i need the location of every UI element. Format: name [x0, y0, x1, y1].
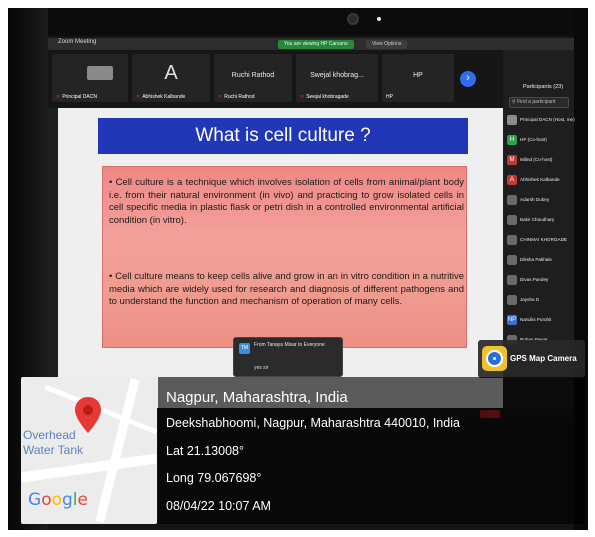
- video-thumbnail-strip: ✕ Principal DACN A ✕ Abhishek Kalbande Ruc…: [48, 50, 503, 108]
- participant-avatar: [507, 215, 517, 225]
- participants-title: Participants (23): [523, 84, 564, 90]
- participant-row[interactable]: Adarsh Dubey: [507, 194, 573, 206]
- mic-muted-icon: ✕: [136, 94, 141, 100]
- participant-name: Milind (Co-host): [520, 157, 553, 162]
- thumb-name-label: ✕ Abhishek Kalbande: [136, 94, 186, 100]
- participant-row[interactable]: NP Nandini Purohit: [507, 314, 573, 326]
- participant-avatar: [507, 195, 517, 205]
- participant-avatar: [507, 255, 517, 265]
- slide-content-box: • Cell culture is a technique which invo…: [102, 166, 467, 348]
- map-road: [95, 378, 140, 523]
- location-latitude: Lat 21.13008°: [166, 444, 244, 458]
- webcam-led: [377, 17, 381, 21]
- participant-avatar: M: [507, 155, 517, 165]
- map-pin-icon: [75, 397, 101, 433]
- chat-notification[interactable]: TM From Tanaya Misar to Everyone yes sir: [233, 337, 343, 377]
- thumb-name-label: ✕ Swejal khobragade: [300, 94, 349, 100]
- participant-avatar: H: [507, 135, 517, 145]
- chat-avatar: TM: [239, 343, 250, 354]
- video-thumb-ruchi[interactable]: Ruchi Rathod ✕ Ruchi Rathod: [214, 54, 292, 102]
- video-thumb-principal[interactable]: ✕ Principal DACN: [52, 54, 128, 102]
- next-page-arrow-icon[interactable]: ›: [460, 71, 476, 87]
- participant-row[interactable]: Diksha Pakhale: [507, 254, 573, 266]
- window-title: Zoom Meeting: [58, 39, 97, 45]
- participant-search-input[interactable]: ⚲ Find a participant: [509, 97, 569, 108]
- profile-photo: [87, 66, 113, 80]
- video-thumb-hp[interactable]: HP HP: [382, 54, 454, 102]
- participant-row[interactable]: Divas Pandey: [507, 274, 573, 286]
- participant-row[interactable]: CHINMAI KHORGADE: [507, 234, 573, 246]
- thumb-display-name: Swejal khobrag...: [310, 72, 364, 79]
- map-label-line2: Water Tank: [23, 443, 84, 457]
- gps-camera-label: GPS Map Camera: [510, 354, 577, 363]
- speaker-view-pill[interactable]: You are viewing HP Carcano: [278, 40, 354, 49]
- slide-paragraph-1: • Cell culture is a technique which invo…: [109, 177, 464, 226]
- participant-row[interactable]: A Abhishek Kalbande: [507, 174, 573, 186]
- gps-camera-badge: GPS Map Camera: [478, 340, 585, 378]
- participant-name: Nandini Purohit: [520, 317, 552, 322]
- thumb-name-label: HP: [386, 94, 393, 100]
- google-logo: Google: [28, 490, 88, 510]
- participant-name: Diksha Pakhale: [520, 257, 552, 262]
- map-road: [21, 453, 157, 483]
- participant-row[interactable]: Principal DACN (Host, me): [507, 114, 575, 126]
- participant-row[interactable]: Jaysha D: [507, 294, 573, 306]
- gps-map-camera-logo-icon: [482, 346, 507, 371]
- participant-avatar: [507, 275, 517, 285]
- map-label-line1: Overhead: [23, 428, 76, 442]
- slide-paragraph-2: • Cell culture means to keep cells alive…: [109, 271, 464, 307]
- participant-avatar: [507, 295, 517, 305]
- view-options-button[interactable]: View Options: [366, 40, 408, 49]
- chat-sender: From Tanaya Misar to Everyone: [254, 342, 325, 348]
- mic-muted-icon: ✕: [56, 94, 61, 100]
- mic-muted-icon: ✕: [218, 94, 223, 100]
- location-datetime: 08/04/22 10:07 AM: [166, 499, 271, 513]
- location-overlay: Nagpur, Maharashtra, India Deekshabhoomi…: [158, 377, 585, 524]
- participant-avatar: A: [507, 175, 517, 185]
- participant-name: Abhishek Kalbande: [520, 177, 560, 182]
- chat-message: yes sir: [254, 365, 269, 371]
- participant-name: Divas Pandey: [520, 277, 549, 282]
- google-logo-letter: o: [51, 490, 62, 510]
- participant-name: CHINMAI KHORGADE: [520, 237, 567, 242]
- thumb-initial: A: [164, 62, 178, 84]
- participant-name: Bakir Choudhary: [520, 217, 555, 222]
- thumb-name-label: ✕ Principal DACN: [56, 94, 97, 100]
- webcam-icon: [347, 13, 359, 25]
- participant-row[interactable]: Bakir Choudhary: [507, 214, 573, 226]
- participant-row[interactable]: M Milind (Co-host): [507, 154, 573, 166]
- mic-muted-icon: ✕: [300, 94, 305, 100]
- laptop-bezel-top: [8, 8, 588, 36]
- thumb-display-name: Ruchi Rathod: [231, 72, 275, 79]
- participant-row[interactable]: H HP (Co-host): [507, 134, 573, 146]
- participant-name: Adarsh Dubey: [520, 197, 550, 202]
- google-logo-letter: o: [41, 490, 52, 510]
- location-city: Nagpur, Maharashtra, India: [166, 389, 348, 406]
- google-logo-letter: g: [62, 490, 73, 510]
- thumb-display-name: HP: [413, 72, 423, 79]
- participant-avatar: [507, 115, 517, 125]
- thumb-name-label: ✕ Ruchi Rathod: [218, 94, 255, 100]
- location-longitude: Long 79.067698°: [166, 471, 262, 485]
- video-thumb-swejal[interactable]: Swejal khobrag... ✕ Swejal khobragade: [296, 54, 378, 102]
- video-thumb-abhishek[interactable]: A ✕ Abhishek Kalbande: [132, 54, 210, 102]
- participant-name: Jaysha D: [520, 297, 540, 302]
- google-logo-letter: G: [28, 490, 42, 510]
- location-address: Deekshabhoomi, Nagpur, Maharashtra 44001…: [166, 416, 460, 430]
- google-logo-letter: e: [77, 490, 88, 510]
- slide-title: What is cell culture ?: [98, 118, 468, 154]
- participant-name: HP (Co-host): [520, 137, 547, 142]
- zoom-titlebar: Zoom Meeting You are viewing HP Carcano …: [48, 38, 574, 50]
- participant-name: Principal DACN (Host, me): [520, 117, 575, 122]
- participant-avatar: NP: [507, 315, 517, 325]
- map-thumbnail: Overhead Water Tank Google: [21, 377, 157, 524]
- participant-avatar: [507, 235, 517, 245]
